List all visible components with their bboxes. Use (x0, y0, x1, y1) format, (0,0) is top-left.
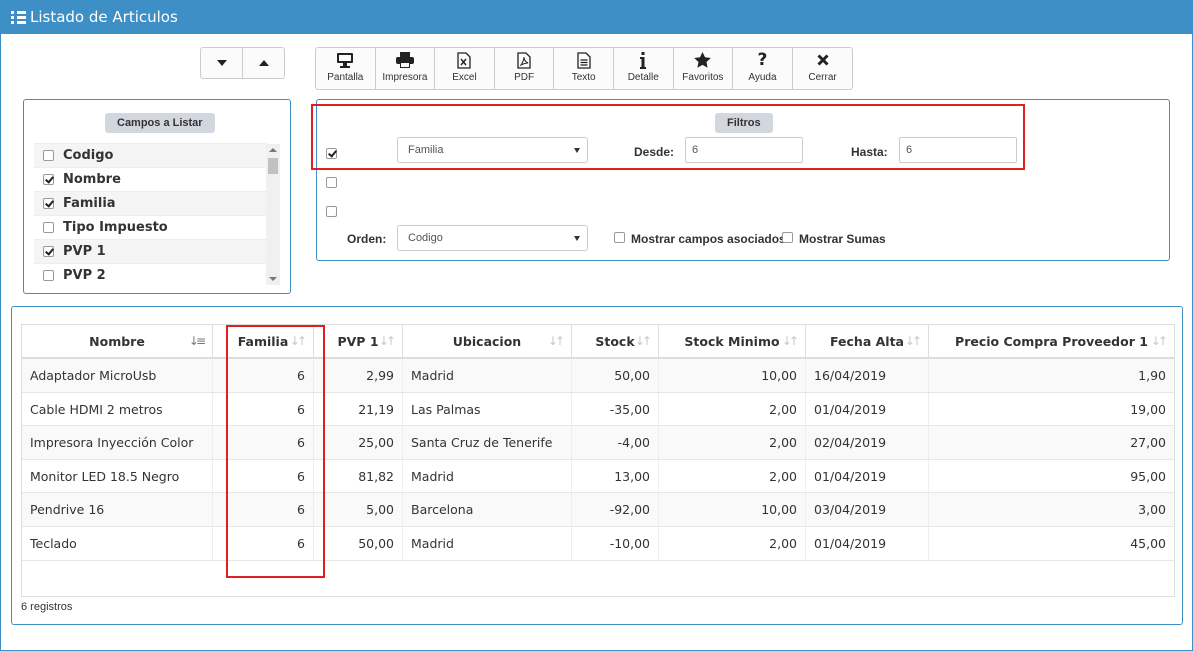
column-header-nombre[interactable]: Nombre ↓≡ (22, 325, 213, 357)
window-title: Listado de Articulos (30, 8, 178, 26)
sort-icon[interactable]: ↓↑ (290, 334, 307, 348)
printer-icon (395, 51, 414, 69)
star-icon (694, 51, 712, 69)
table-row[interactable]: Pendrive 16 6 5,00 Barcelona -92,00 10,0… (22, 493, 1174, 527)
filter-2-checkbox[interactable] (326, 177, 337, 188)
favoritos-button[interactable]: Favoritos (674, 48, 734, 89)
sort-icon[interactable]: ↓↑ (548, 334, 565, 348)
fields-scrollbar[interactable] (266, 144, 280, 285)
question-icon: ? (757, 50, 768, 70)
texto-button[interactable]: Texto (554, 48, 614, 89)
column-header-familia[interactable]: Familia ↓↑ (213, 325, 314, 357)
column-header-ubicacion[interactable]: Ubicacion ↓↑ (403, 325, 572, 357)
ayuda-button[interactable]: ? Ayuda (733, 48, 793, 89)
mostrar-sumas-checkbox[interactable] (782, 232, 793, 243)
fields-panel: Campos a Listar Codigo Nombre Familia Ti… (23, 99, 291, 294)
mostrar-asociados-checkbox[interactable] (614, 232, 625, 243)
field-item-pvp1[interactable]: PVP 1 (34, 239, 267, 263)
orden-select[interactable]: Codigo (397, 225, 588, 251)
field-checkbox[interactable] (43, 270, 54, 281)
fields-list: Codigo Nombre Familia Tipo Impuesto PVP … (34, 143, 267, 284)
scroll-up-icon[interactable] (269, 148, 277, 152)
field-checkbox[interactable] (43, 150, 54, 161)
cerrar-button[interactable]: Cerrar (793, 48, 853, 89)
mostrar-sumas-label: Mostrar Sumas (799, 232, 886, 246)
orden-label: Orden: (347, 232, 387, 246)
results-table: Nombre ↓≡ Familia ↓↑ PVP 1 ↓↑ Ubicacion ↓↑ S… (21, 324, 1175, 597)
impresora-button[interactable]: Impresora (376, 48, 436, 89)
desde-input[interactable]: 6 (685, 137, 803, 163)
info-icon (639, 51, 647, 69)
column-header-precio-compra[interactable]: Precio Compra Proveedor 1 ↓↑ (929, 325, 1174, 357)
caret-up-icon (258, 60, 269, 66)
excel-button[interactable]: Excel (435, 48, 495, 89)
sort-icon[interactable]: ↓↑ (905, 334, 922, 348)
fields-panel-title: Campos a Listar (105, 113, 215, 133)
field-item-pvp2[interactable]: PVP 2 (34, 263, 267, 284)
pdf-icon (517, 51, 531, 69)
toolbar: Pantalla Impresora Excel PDF Texto Detal… (315, 47, 854, 90)
move-down-button[interactable] (201, 48, 243, 78)
field-checkbox[interactable] (43, 222, 54, 233)
scrollbar-thumb[interactable] (268, 158, 278, 174)
column-header-stock-minimo[interactable]: Stock Minimo ↓↑ (659, 325, 806, 357)
record-count: 6 registros (21, 601, 73, 613)
filter-1-checkbox[interactable] (326, 148, 337, 159)
field-item-codigo[interactable]: Codigo (34, 143, 267, 167)
move-buttons (200, 47, 285, 79)
table-header: Nombre ↓≡ Familia ↓↑ PVP 1 ↓↑ Ubicacion ↓↑ S… (22, 325, 1174, 359)
scroll-down-icon[interactable] (269, 277, 277, 281)
column-header-pvp1[interactable]: PVP 1 ↓↑ (314, 325, 403, 357)
close-icon (816, 51, 829, 69)
text-file-icon (577, 51, 591, 69)
table-body: Adaptador MicroUsb 6 2,99 Madrid 50,00 1… (22, 359, 1174, 561)
field-item-tipo-impuesto[interactable]: Tipo Impuesto (34, 215, 267, 239)
table-row[interactable]: Impresora Inyección Color 6 25,00 Santa … (22, 426, 1174, 460)
table-row[interactable]: Adaptador MicroUsb 6 2,99 Madrid 50,00 1… (22, 359, 1174, 393)
caret-down-icon (216, 60, 227, 66)
excel-icon (457, 51, 472, 69)
field-item-familia[interactable]: Familia (34, 191, 267, 215)
monitor-icon (336, 51, 354, 69)
field-checkbox[interactable] (43, 246, 54, 257)
title-bar: Listado de Articulos (1, 0, 1193, 34)
sort-icon[interactable]: ↓↑ (782, 334, 799, 348)
hasta-label: Hasta: (851, 145, 888, 159)
results-panel: Nombre ↓≡ Familia ↓↑ PVP 1 ↓↑ Ubicacion ↓↑ S… (11, 306, 1183, 625)
detalle-button[interactable]: Detalle (614, 48, 674, 89)
filters-panel-title: Filtros (715, 113, 773, 133)
sort-icon[interactable]: ↓↑ (1151, 334, 1168, 348)
sort-icon[interactable]: ↓↑ (635, 334, 652, 348)
filter-3-checkbox[interactable] (326, 206, 337, 217)
filter-1-field-select[interactable]: Familia (397, 137, 588, 163)
field-checkbox[interactable] (43, 198, 54, 209)
sort-icon[interactable]: ↓↑ (379, 334, 396, 348)
table-row[interactable]: Monitor LED 18.5 Negro 6 81,82 Madrid 13… (22, 459, 1174, 494)
sort-alpha-icon[interactable]: ↓≡ (189, 334, 206, 348)
desde-label: Desde: (634, 145, 675, 159)
report-window: Listado de Articulos Pantalla Impresora … (0, 0, 1193, 651)
hasta-input[interactable]: 6 (899, 137, 1017, 163)
table-row[interactable]: Cable HDMI 2 metros 6 21,19 Las Palmas -… (22, 392, 1174, 427)
field-checkbox[interactable] (43, 174, 54, 185)
mostrar-asociados-label: Mostrar campos asociados (631, 232, 786, 246)
pdf-button[interactable]: PDF (495, 48, 555, 89)
move-up-button[interactable] (243, 48, 284, 78)
field-item-nombre[interactable]: Nombre (34, 167, 267, 191)
list-icon (11, 10, 26, 24)
column-header-stock[interactable]: Stock ↓↑ (572, 325, 659, 357)
column-header-fecha-alta[interactable]: Fecha Alta ↓↑ (806, 325, 929, 357)
pantalla-button[interactable]: Pantalla (316, 48, 376, 89)
filters-panel: Filtros Familia Desde: 6 Hasta: 6 Orden:… (316, 99, 1170, 261)
table-row[interactable]: Teclado 6 50,00 Madrid -10,00 2,00 01/04… (22, 526, 1174, 561)
